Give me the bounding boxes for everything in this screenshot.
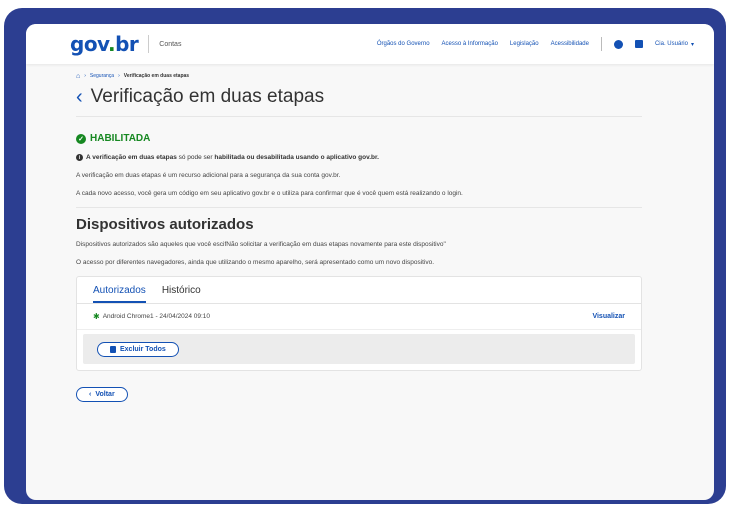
main-content: ⌂ › Segurança › Verificação em duas etap…: [76, 70, 642, 402]
breadcrumb-separator-icon: ›: [84, 73, 86, 79]
nav-legislacao[interactable]: Legislação: [510, 41, 539, 47]
info-message: i A verificação em duas etapas só pode s…: [76, 154, 642, 161]
chevron-left-icon: ‹: [89, 391, 92, 398]
breadcrumb-separator-icon: ›: [118, 73, 120, 79]
nav-acessibilidade[interactable]: Acessibilidade: [551, 41, 589, 47]
nav-acesso-informacao[interactable]: Acesso à Informação: [442, 41, 498, 47]
chevron-down-icon: ▾: [690, 41, 694, 48]
device-frame: gov.br Contas Órgãos do Governo Acesso à…: [4, 8, 726, 504]
section-divider: [76, 207, 642, 208]
title-row: ‹ Verificação em duas etapas: [76, 86, 642, 117]
delete-all-label: Excluir Todos: [120, 346, 166, 353]
back-label: Voltar: [95, 391, 115, 398]
tab-autorizados[interactable]: Autorizados: [93, 285, 146, 303]
trash-icon: [110, 346, 116, 353]
card-footer: Excluir Todos: [83, 334, 635, 364]
status-label: HABILITADA: [90, 133, 151, 144]
top-header: gov.br Contas Órgãos do Governo Acesso à…: [26, 24, 714, 64]
user-menu[interactable]: Cia. Usuário ▾: [655, 41, 694, 48]
govbr-logo[interactable]: gov.br: [70, 32, 139, 56]
contrast-icon[interactable]: [613, 39, 623, 49]
status-badge: ✓ HABILITADA: [76, 133, 642, 144]
breadcrumb-current: Verificação em duas etapas: [123, 73, 190, 79]
description-1: A verificação em duas etapas é um recurs…: [76, 172, 341, 179]
breadcrumb: ⌂ › Segurança › Verificação em duas etap…: [76, 70, 642, 82]
devices-description-1: Dispositivos autorizados são aqueles que…: [76, 241, 446, 248]
nav-orgaos[interactable]: Órgãos do Governo: [377, 41, 430, 47]
android-icon: ✱: [93, 312, 100, 321]
header-nav: Órgãos do Governo Acesso à Informação Le…: [377, 37, 694, 51]
view-device-link[interactable]: Visualizar: [592, 313, 625, 320]
apps-icon[interactable]: [634, 40, 643, 48]
page-title: Verificação em duas etapas: [90, 86, 325, 107]
check-circle-icon: ✓: [76, 133, 86, 144]
browser-screen: gov.br Contas Órgãos do Governo Acesso à…: [26, 24, 714, 500]
breadcrumb-seguranca[interactable]: Segurança: [90, 73, 114, 79]
back-button[interactable]: ‹ Voltar: [76, 387, 128, 402]
home-icon[interactable]: ⌂: [76, 73, 80, 80]
nav-divider: [600, 37, 602, 51]
devices-card: Autorizados Histórico ✱ Android Chrome1 …: [76, 276, 642, 371]
header-divider: [148, 35, 150, 53]
user-label: Cia. Usuário: [654, 41, 688, 47]
back-button-wrap: ‹ Voltar: [76, 383, 642, 402]
tab-historico[interactable]: Histórico: [162, 285, 201, 303]
devices-tabs: Autorizados Histórico: [77, 277, 641, 304]
app-name: Contas: [159, 40, 182, 48]
chevron-left-icon[interactable]: ‹: [76, 87, 83, 107]
devices-description-2: O acesso por diferentes navegadores, ain…: [76, 259, 435, 266]
list-item: ✱ Android Chrome1 - 24/04/2024 09:10 Vis…: [77, 304, 641, 330]
info-icon: i: [76, 154, 83, 161]
device-label: Android Chrome1 - 24/04/2024 09:10: [102, 313, 211, 320]
devices-section-title: Dispositivos autorizados: [76, 216, 254, 233]
description-2: A cada novo acesso, você gera um código …: [76, 190, 463, 197]
delete-all-button[interactable]: Excluir Todos: [97, 342, 179, 357]
